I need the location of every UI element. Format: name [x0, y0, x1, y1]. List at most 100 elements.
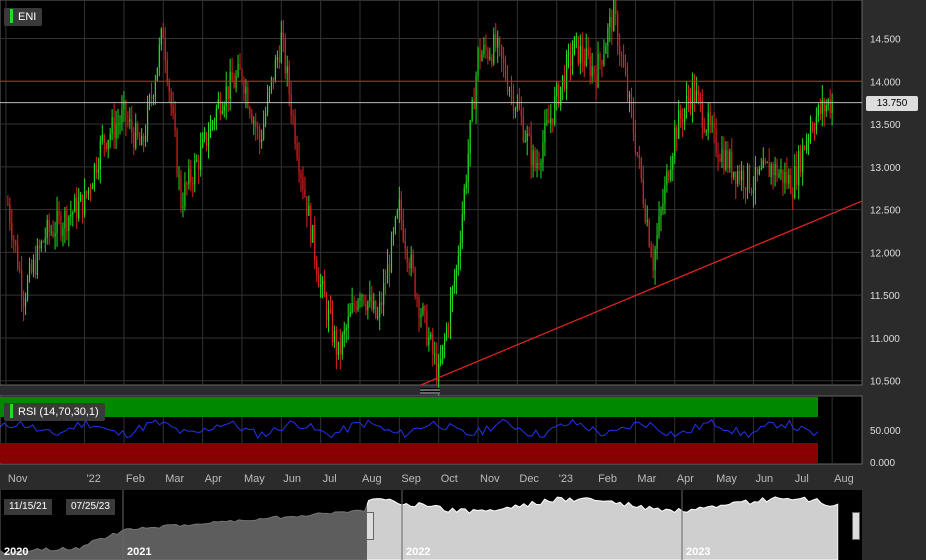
- rsi-tick-label: 0.000: [870, 458, 895, 469]
- candle-body: [341, 334, 343, 355]
- candle-body: [784, 172, 786, 184]
- candle-body: [109, 133, 111, 141]
- candle-body: [735, 171, 737, 184]
- candle-body: [184, 183, 186, 207]
- navigator-year: 2023: [686, 546, 710, 558]
- candle-body: [516, 102, 518, 109]
- candle-body: [154, 80, 157, 97]
- candle-body: [817, 105, 819, 117]
- candle-body: [550, 118, 552, 123]
- candle-body: [687, 95, 690, 100]
- candle-body: [636, 152, 638, 156]
- price-chart[interactable]: 14.500 14.000 13.500 13.000 12.500 12.000 11.5…: [0, 0, 926, 560]
- candle-body: [335, 330, 337, 355]
- navigator-right-handle[interactable]: [852, 512, 860, 540]
- candle-body: [414, 268, 416, 297]
- candle-body: [54, 233, 56, 237]
- candle-body: [430, 334, 432, 338]
- candle-body: [790, 174, 792, 194]
- candle-body: [583, 60, 585, 66]
- candle-body: [312, 225, 314, 243]
- candle-body: [174, 113, 176, 131]
- candle-body: [270, 77, 273, 88]
- candle-body: [709, 112, 711, 125]
- candle-body: [744, 187, 747, 191]
- candle-body: [662, 203, 664, 210]
- candle-body: [640, 157, 642, 179]
- candle-body: [457, 256, 459, 268]
- price-tick-label: 12.500: [870, 206, 901, 217]
- candle-body: [223, 106, 225, 111]
- candle-body: [296, 143, 298, 158]
- candle-body: [621, 54, 623, 56]
- candle-body: [664, 184, 666, 204]
- candle-body: [658, 216, 660, 235]
- candle-body: [337, 341, 339, 355]
- candle-body: [386, 264, 389, 284]
- oversold-band: [0, 443, 818, 463]
- candle-body: [139, 136, 141, 146]
- price-panel-bg: [0, 0, 863, 386]
- candle-body: [764, 160, 766, 163]
- candle-body: [571, 54, 574, 66]
- candle-body: [648, 220, 650, 247]
- candle-body: [158, 44, 160, 68]
- candle-body: [302, 177, 304, 190]
- candle-body: [563, 75, 566, 90]
- candle-body: [209, 123, 212, 138]
- candle-body: [831, 101, 833, 114]
- candle-body: [506, 78, 509, 92]
- candle-body: [113, 117, 115, 139]
- candle-body: [268, 87, 271, 96]
- candle-body: [418, 298, 420, 318]
- navigator-left-handle[interactable]: [366, 512, 374, 540]
- candle-body: [294, 115, 296, 144]
- x-tick-label: '22: [87, 473, 101, 485]
- candle-body: [117, 123, 119, 125]
- candle-body: [261, 139, 263, 143]
- candle-body: [748, 165, 751, 191]
- candle-body: [628, 93, 631, 98]
- x-tick-label: Feb: [126, 473, 145, 485]
- candle-body: [21, 270, 23, 298]
- candle-body: [644, 203, 646, 223]
- candle-body: [548, 120, 550, 123]
- price-tick-label: 10.500: [870, 377, 901, 388]
- panel-splitter[interactable]: [420, 388, 440, 394]
- candle-body: [512, 90, 515, 111]
- candle-body: [772, 164, 774, 176]
- candle-body: [144, 135, 147, 143]
- end-date-box[interactable]: 07/25/23: [66, 499, 115, 515]
- candle-body: [266, 95, 269, 114]
- candle-body: [518, 102, 520, 110]
- candle-body: [355, 306, 357, 310]
- candle-body: [497, 37, 499, 48]
- candle-body: [36, 245, 38, 276]
- candle-body: [811, 126, 814, 130]
- candle-body: [176, 130, 178, 176]
- candle-body: [11, 222, 13, 240]
- candle-body: [290, 94, 292, 115]
- candle-body: [739, 170, 741, 181]
- candle-body: [593, 66, 595, 75]
- candle-body: [95, 164, 97, 173]
- candle-body: [746, 165, 749, 191]
- candle-body: [699, 94, 701, 102]
- candle-body: [320, 284, 322, 288]
- navigator-year: 2020: [4, 546, 28, 558]
- candle-body: [298, 157, 300, 174]
- candle-body: [715, 128, 717, 154]
- candle-body: [526, 133, 528, 141]
- candle-body: [9, 204, 11, 223]
- candle-body: [455, 267, 457, 282]
- candle-body: [650, 246, 652, 257]
- candle-body: [410, 254, 412, 269]
- x-tick-label: Mar: [637, 473, 656, 485]
- candle-body: [137, 123, 139, 137]
- candle-body: [168, 82, 170, 92]
- candle-body: [597, 53, 599, 88]
- start-date-box[interactable]: 11/15/21: [4, 499, 53, 515]
- candle-body: [80, 194, 82, 202]
- candle-body: [424, 306, 426, 311]
- candle-body: [70, 214, 72, 217]
